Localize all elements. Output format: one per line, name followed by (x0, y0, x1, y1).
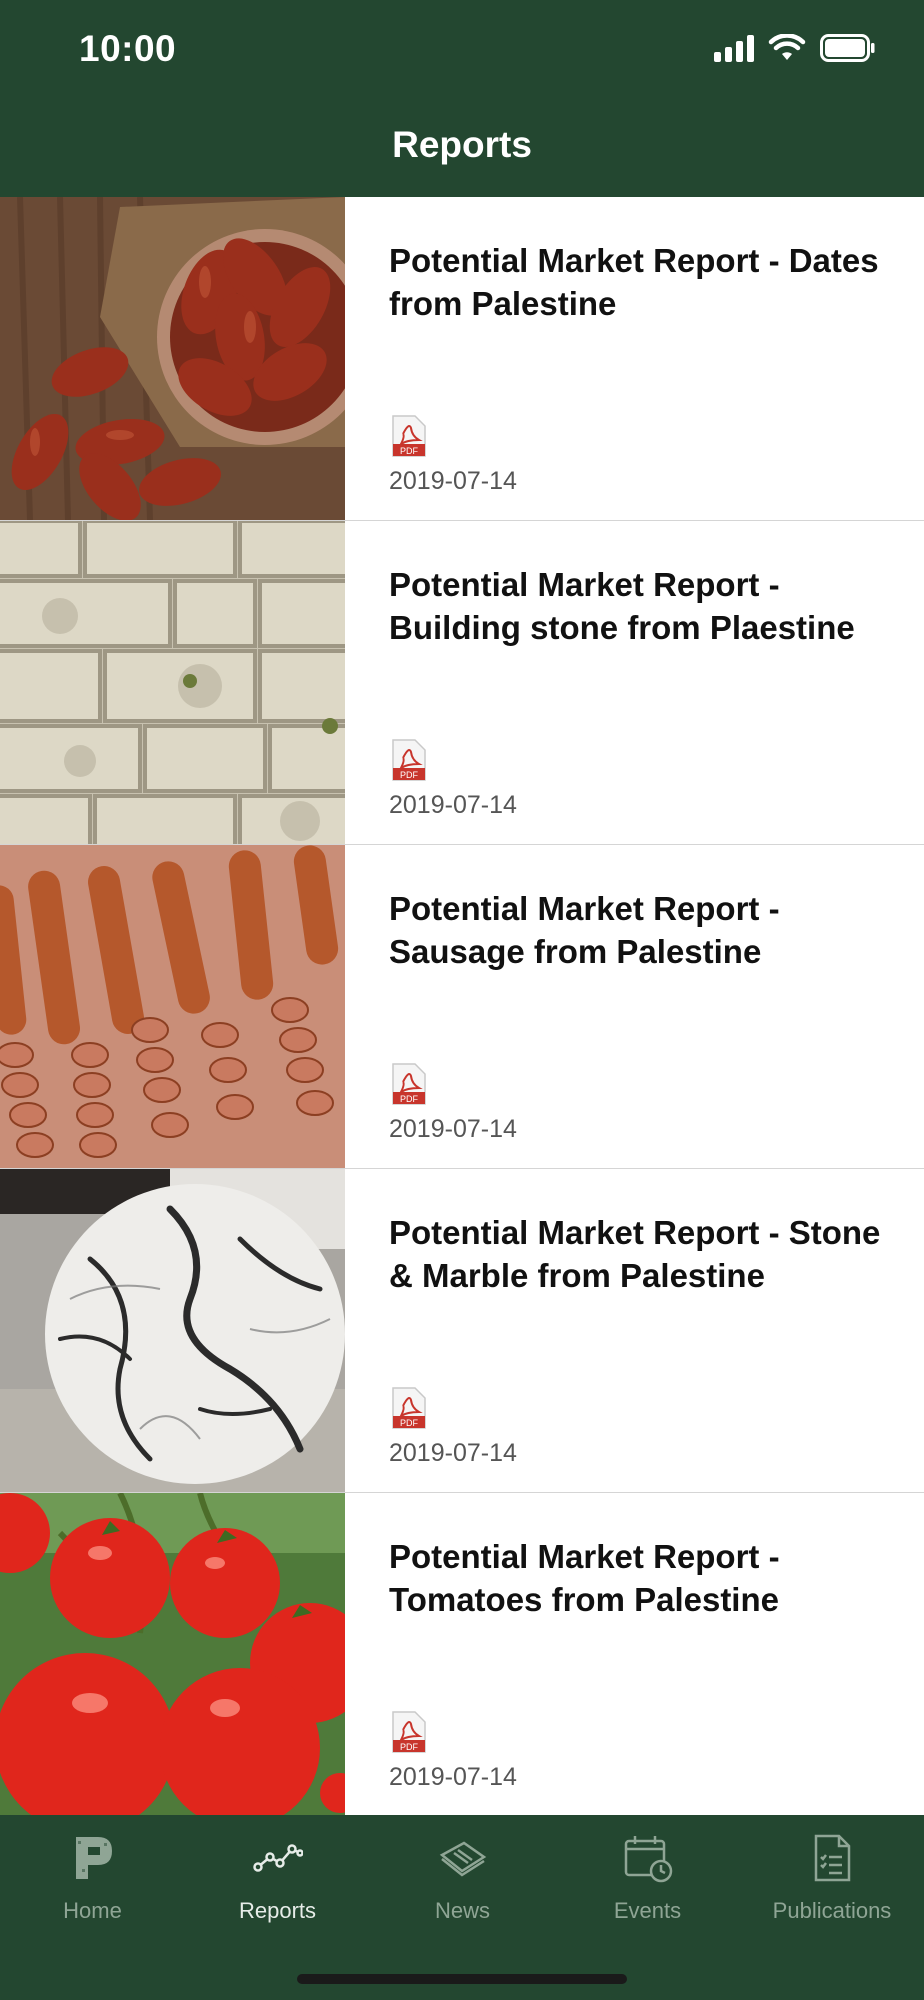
chart-line-icon (252, 1844, 303, 1872)
report-row[interactable]: Potential Market Report - Stone & Marble… (0, 1169, 924, 1493)
tab-home[interactable]: Home (0, 1815, 185, 1935)
top-bar: 10:00 Reports (0, 0, 924, 197)
pdf-icon[interactable]: PDF (391, 738, 427, 782)
tab-label: Events (613, 1898, 682, 1923)
tab-label: Reports (238, 1898, 317, 1923)
cellular-signal-icon (714, 34, 754, 62)
report-title: Potential Market Report - Sausage from P… (389, 890, 780, 970)
report-date: 2019-07-14 (389, 1115, 517, 1143)
report-title: Potential Market Report - Stone & Marble… (389, 1214, 881, 1294)
home-indicator (297, 1974, 627, 1984)
pdf-icon[interactable]: PDF (391, 1710, 427, 1754)
report-date: 2019-07-14 (389, 1439, 517, 1467)
newspaper-icon (439, 1841, 486, 1877)
report-list: Potential Market Report - Dates from Pal… (0, 197, 924, 1817)
tab-label: Publications (772, 1898, 892, 1923)
svg-text:PDF: PDF (400, 770, 419, 780)
report-thumbnail-dates (0, 197, 345, 520)
svg-text:PDF: PDF (400, 1418, 419, 1428)
report-row[interactable]: Potential Market Report - Tomatoes from … (0, 1493, 924, 1817)
report-thumbnail-building-stone (0, 521, 345, 844)
tab-bar: Home Reports News Events Publications (0, 1815, 924, 2000)
app: 10:00 Reports Potential Market Report - … (0, 0, 924, 2000)
logo-p-icon (75, 1837, 112, 1879)
report-thumbnail-tomatoes (0, 1493, 345, 1816)
pdf-icon[interactable]: PDF (391, 414, 427, 458)
tab-publications[interactable]: Publications (740, 1815, 924, 1935)
tab-news[interactable]: News (370, 1815, 555, 1935)
report-row[interactable]: Potential Market Report - Building stone… (0, 521, 924, 845)
tab-reports[interactable]: Reports (185, 1815, 370, 1935)
pdf-icon[interactable]: PDF (391, 1062, 427, 1106)
svg-text:PDF: PDF (400, 1094, 419, 1104)
report-thumbnail-marble (0, 1169, 345, 1492)
report-thumbnail-sausage (0, 845, 345, 1168)
tab-events[interactable]: Events (555, 1815, 740, 1935)
calendar-clock-icon (624, 1836, 672, 1883)
pdf-icon[interactable]: PDF (391, 1386, 427, 1430)
tab-label: News (434, 1898, 490, 1923)
report-title: Potential Market Report - Building stone… (389, 566, 855, 646)
report-row[interactable]: Potential Market Report - Sausage from P… (0, 845, 924, 1169)
status-time: 10:00 (79, 28, 177, 69)
battery-icon (820, 34, 875, 62)
document-list-icon (814, 1834, 851, 1882)
tab-label: Home (63, 1898, 122, 1923)
report-date: 2019-07-14 (389, 791, 517, 819)
page-title: Reports (392, 124, 532, 165)
report-title: Potential Market Report - Tomatoes from … (389, 1538, 780, 1618)
report-title: Potential Market Report - Dates from Pal… (389, 242, 879, 322)
svg-text:PDF: PDF (400, 1742, 419, 1752)
report-row[interactable]: Potential Market Report - Dates from Pal… (0, 197, 924, 521)
report-date: 2019-07-14 (389, 1763, 517, 1791)
svg-text:PDF: PDF (400, 446, 419, 456)
report-date: 2019-07-14 (389, 467, 517, 495)
wifi-icon (768, 34, 806, 60)
status-icons (714, 34, 876, 62)
